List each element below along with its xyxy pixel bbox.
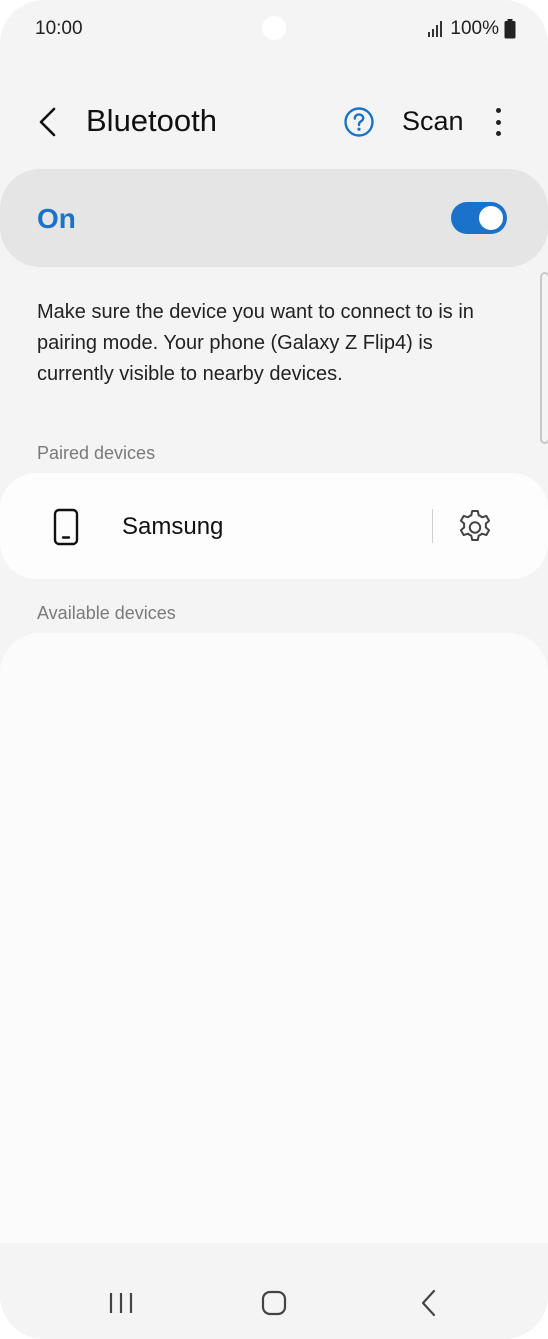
divider [432,509,433,543]
scrollbar[interactable] [540,272,548,444]
navigation-bar [0,1243,548,1339]
more-dot [495,108,501,113]
battery-icon [504,19,516,39]
toggle-knob [477,204,505,232]
signal-icon [428,21,443,37]
recents-icon[interactable] [106,1291,136,1315]
status-icons: 100% [427,18,516,40]
switch-label: On [37,203,76,234]
bluetooth-toggle[interactable] [451,202,507,234]
paired-device-item[interactable]: Samsung [0,473,548,579]
scan-button[interactable]: Scan [402,106,464,137]
more-options-icon[interactable] [488,104,508,140]
back-arrow-icon [39,107,56,137]
back-icon[interactable] [418,1289,440,1317]
bluetooth-master-switch[interactable]: On [0,169,548,267]
status-bar: 10:00 100% [0,0,548,60]
battery-percentage: 100% [450,18,499,39]
pairing-description: Make sure the device you want to connect… [37,301,474,385]
available-devices-list [0,633,548,1243]
home-icon[interactable] [261,1290,287,1316]
gear-icon[interactable] [455,507,495,547]
available-devices-header: Available devices [37,603,176,623]
page-title: Bluetooth [86,103,217,138]
back-button[interactable] [28,100,68,144]
bluetooth-settings-screen: 10:00 100% Bluetooth Scan On Make sure t… [0,0,548,1339]
phone-icon [53,508,79,546]
app-bar: Bluetooth Scan [0,80,548,164]
front-camera [262,16,286,40]
more-dot [495,119,501,125]
help-icon[interactable] [343,106,375,138]
status-time: 10:00 [35,18,83,39]
paired-devices-header: Paired devices [37,443,156,463]
device-name: Samsung [122,513,224,540]
more-dot [495,131,501,136]
